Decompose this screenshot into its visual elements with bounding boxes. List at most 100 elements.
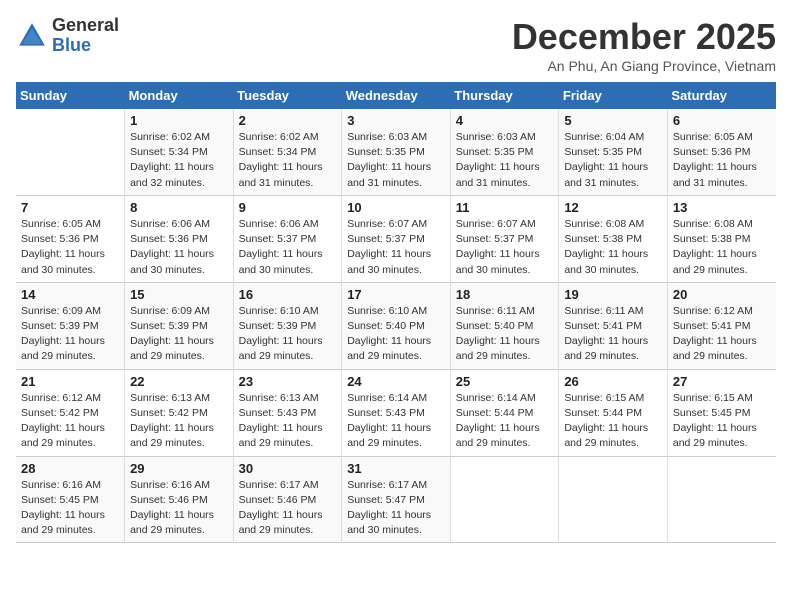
- calendar-cell: 29Sunrise: 6:16 AM Sunset: 5:46 PM Dayli…: [125, 456, 234, 543]
- day-detail: Sunrise: 6:07 AM Sunset: 5:37 PM Dayligh…: [456, 217, 554, 278]
- calendar-cell: 4Sunrise: 6:03 AM Sunset: 5:35 PM Daylig…: [450, 109, 559, 195]
- calendar-cell: 5 Sunrise: 6:04 AM Sunset: 5:35 PM Daylig…: [559, 109, 668, 195]
- calendar-cell: [16, 109, 125, 195]
- day-detail: Sunrise: 6:02 AM Sunset: 5:34 PM Dayligh…: [239, 130, 337, 191]
- day-detail: Sunrise: 6:12 AM Sunset: 5:42 PM Dayligh…: [21, 391, 119, 452]
- day-number: 5: [564, 113, 662, 128]
- day-number: 13: [673, 200, 771, 215]
- calendar-cell: 17 Sunrise: 6:10 AM Sunset: 5:40 PM Dayli…: [342, 282, 451, 369]
- day-number: 6: [673, 113, 771, 128]
- day-number: 9: [239, 200, 337, 215]
- day-number: 30: [239, 461, 337, 476]
- calendar-cell: 28 Sunrise: 6:16 AM Sunset: 5:45 PM Dayli…: [16, 456, 125, 543]
- calendar-cell: 12Sunrise: 6:08 AM Sunset: 5:38 PM Dayli…: [559, 195, 668, 282]
- day-number: 21: [21, 374, 119, 389]
- day-detail: Sunrise: 6:14 AM Sunset: 5:44 PM Dayligh…: [456, 391, 554, 452]
- calendar-cell: 8 Sunrise: 6:06 AM Sunset: 5:36 PM Daylig…: [125, 195, 234, 282]
- calendar-cell: 14 Sunrise: 6:09 AM Sunset: 5:39 PM Dayli…: [16, 282, 125, 369]
- day-number: 22: [130, 374, 228, 389]
- day-number: 24: [347, 374, 445, 389]
- calendar-cell: [667, 456, 776, 543]
- day-number: 25: [456, 374, 554, 389]
- calendar-cell: 21 Sunrise: 6:12 AM Sunset: 5:42 PM Dayli…: [16, 369, 125, 456]
- day-detail: Sunrise: 6:15 AM Sunset: 5:45 PM Dayligh…: [673, 391, 771, 452]
- calendar-cell: 18Sunrise: 6:11 AM Sunset: 5:40 PM Dayli…: [450, 282, 559, 369]
- day-number: 10: [347, 200, 445, 215]
- calendar-table: SundayMondayTuesdayWednesdayThursdayFrid…: [16, 82, 776, 543]
- day-number: 2: [239, 113, 337, 128]
- calendar-cell: 19Sunrise: 6:11 AM Sunset: 5:41 PM Dayli…: [559, 282, 668, 369]
- day-detail: Sunrise: 6:09 AM Sunset: 5:39 PM Dayligh…: [130, 304, 228, 365]
- day-number: 14: [21, 287, 119, 302]
- calendar-cell: 15 Sunrise: 6:09 AM Sunset: 5:39 PM Dayli…: [125, 282, 234, 369]
- calendar-week-row: 1 Sunrise: 6:02 AM Sunset: 5:34 PM Daylig…: [16, 109, 776, 195]
- day-detail: Sunrise: 6:05 AM Sunset: 5:36 PM Dayligh…: [21, 217, 119, 278]
- calendar-cell: 26Sunrise: 6:15 AM Sunset: 5:44 PM Dayli…: [559, 369, 668, 456]
- day-detail: Sunrise: 6:08 AM Sunset: 5:38 PM Dayligh…: [564, 217, 662, 278]
- calendar-cell: 6 Sunrise: 6:05 AM Sunset: 5:36 PM Daylig…: [667, 109, 776, 195]
- column-header-tuesday: Tuesday: [233, 82, 342, 109]
- column-header-saturday: Saturday: [667, 82, 776, 109]
- month-title: December 2025: [512, 16, 776, 58]
- calendar-cell: 22 Sunrise: 6:13 AM Sunset: 5:42 PM Dayli…: [125, 369, 234, 456]
- location: An Phu, An Giang Province, Vietnam: [512, 58, 776, 74]
- calendar-cell: 7Sunrise: 6:05 AM Sunset: 5:36 PM Daylig…: [16, 195, 125, 282]
- day-detail: Sunrise: 6:08 AM Sunset: 5:38 PM Dayligh…: [673, 217, 771, 278]
- day-number: 17: [347, 287, 445, 302]
- logo-text: General Blue: [52, 16, 119, 56]
- calendar-week-row: 28 Sunrise: 6:16 AM Sunset: 5:45 PM Dayli…: [16, 456, 776, 543]
- day-detail: Sunrise: 6:02 AM Sunset: 5:34 PM Dayligh…: [130, 130, 228, 191]
- calendar-cell: 16 Sunrise: 6:10 AM Sunset: 5:39 PM Dayli…: [233, 282, 342, 369]
- day-number: 29: [130, 461, 228, 476]
- day-number: 15: [130, 287, 228, 302]
- day-number: 3: [347, 113, 445, 128]
- day-detail: Sunrise: 6:13 AM Sunset: 5:42 PM Dayligh…: [130, 391, 228, 452]
- day-number: 28: [21, 461, 119, 476]
- calendar-cell: 9 Sunrise: 6:06 AM Sunset: 5:37 PM Daylig…: [233, 195, 342, 282]
- calendar-cell: 1 Sunrise: 6:02 AM Sunset: 5:34 PM Daylig…: [125, 109, 234, 195]
- day-detail: Sunrise: 6:17 AM Sunset: 5:47 PM Dayligh…: [347, 478, 445, 539]
- day-detail: Sunrise: 6:16 AM Sunset: 5:45 PM Dayligh…: [21, 478, 119, 539]
- column-header-wednesday: Wednesday: [342, 82, 451, 109]
- day-number: 23: [239, 374, 337, 389]
- calendar-week-row: 21 Sunrise: 6:12 AM Sunset: 5:42 PM Dayli…: [16, 369, 776, 456]
- day-detail: Sunrise: 6:09 AM Sunset: 5:39 PM Dayligh…: [21, 304, 119, 365]
- day-number: 1: [130, 113, 228, 128]
- logo: General Blue: [16, 16, 119, 56]
- calendar-cell: 27Sunrise: 6:15 AM Sunset: 5:45 PM Dayli…: [667, 369, 776, 456]
- column-header-thursday: Thursday: [450, 82, 559, 109]
- day-number: 20: [673, 287, 771, 302]
- calendar-cell: 10 Sunrise: 6:07 AM Sunset: 5:37 PM Dayli…: [342, 195, 451, 282]
- day-number: 8: [130, 200, 228, 215]
- calendar-week-row: 14 Sunrise: 6:09 AM Sunset: 5:39 PM Dayli…: [16, 282, 776, 369]
- day-detail: Sunrise: 6:03 AM Sunset: 5:35 PM Dayligh…: [456, 130, 554, 191]
- day-number: 11: [456, 200, 554, 215]
- day-detail: Sunrise: 6:10 AM Sunset: 5:39 PM Dayligh…: [239, 304, 337, 365]
- calendar-week-row: 7Sunrise: 6:05 AM Sunset: 5:36 PM Daylig…: [16, 195, 776, 282]
- day-detail: Sunrise: 6:04 AM Sunset: 5:35 PM Dayligh…: [564, 130, 662, 191]
- calendar-cell: 30Sunrise: 6:17 AM Sunset: 5:46 PM Dayli…: [233, 456, 342, 543]
- day-detail: Sunrise: 6:10 AM Sunset: 5:40 PM Dayligh…: [347, 304, 445, 365]
- calendar-header-row: SundayMondayTuesdayWednesdayThursdayFrid…: [16, 82, 776, 109]
- day-number: 18: [456, 287, 554, 302]
- calendar-cell: 23Sunrise: 6:13 AM Sunset: 5:43 PM Dayli…: [233, 369, 342, 456]
- day-detail: Sunrise: 6:06 AM Sunset: 5:37 PM Dayligh…: [239, 217, 337, 278]
- calendar-cell: 24Sunrise: 6:14 AM Sunset: 5:43 PM Dayli…: [342, 369, 451, 456]
- column-header-sunday: Sunday: [16, 82, 125, 109]
- page-header: General Blue December 2025 An Phu, An Gi…: [16, 16, 776, 74]
- title-area: December 2025 An Phu, An Giang Province,…: [512, 16, 776, 74]
- day-detail: Sunrise: 6:07 AM Sunset: 5:37 PM Dayligh…: [347, 217, 445, 278]
- logo-icon: [16, 20, 48, 52]
- column-header-monday: Monday: [125, 82, 234, 109]
- day-detail: Sunrise: 6:05 AM Sunset: 5:36 PM Dayligh…: [673, 130, 771, 191]
- calendar-cell: [559, 456, 668, 543]
- day-detail: Sunrise: 6:03 AM Sunset: 5:35 PM Dayligh…: [347, 130, 445, 191]
- day-number: 16: [239, 287, 337, 302]
- column-header-friday: Friday: [559, 82, 668, 109]
- calendar-cell: 3 Sunrise: 6:03 AM Sunset: 5:35 PM Daylig…: [342, 109, 451, 195]
- calendar-cell: 31Sunrise: 6:17 AM Sunset: 5:47 PM Dayli…: [342, 456, 451, 543]
- calendar-cell: [450, 456, 559, 543]
- day-detail: Sunrise: 6:06 AM Sunset: 5:36 PM Dayligh…: [130, 217, 228, 278]
- calendar-cell: 2 Sunrise: 6:02 AM Sunset: 5:34 PM Daylig…: [233, 109, 342, 195]
- day-number: 26: [564, 374, 662, 389]
